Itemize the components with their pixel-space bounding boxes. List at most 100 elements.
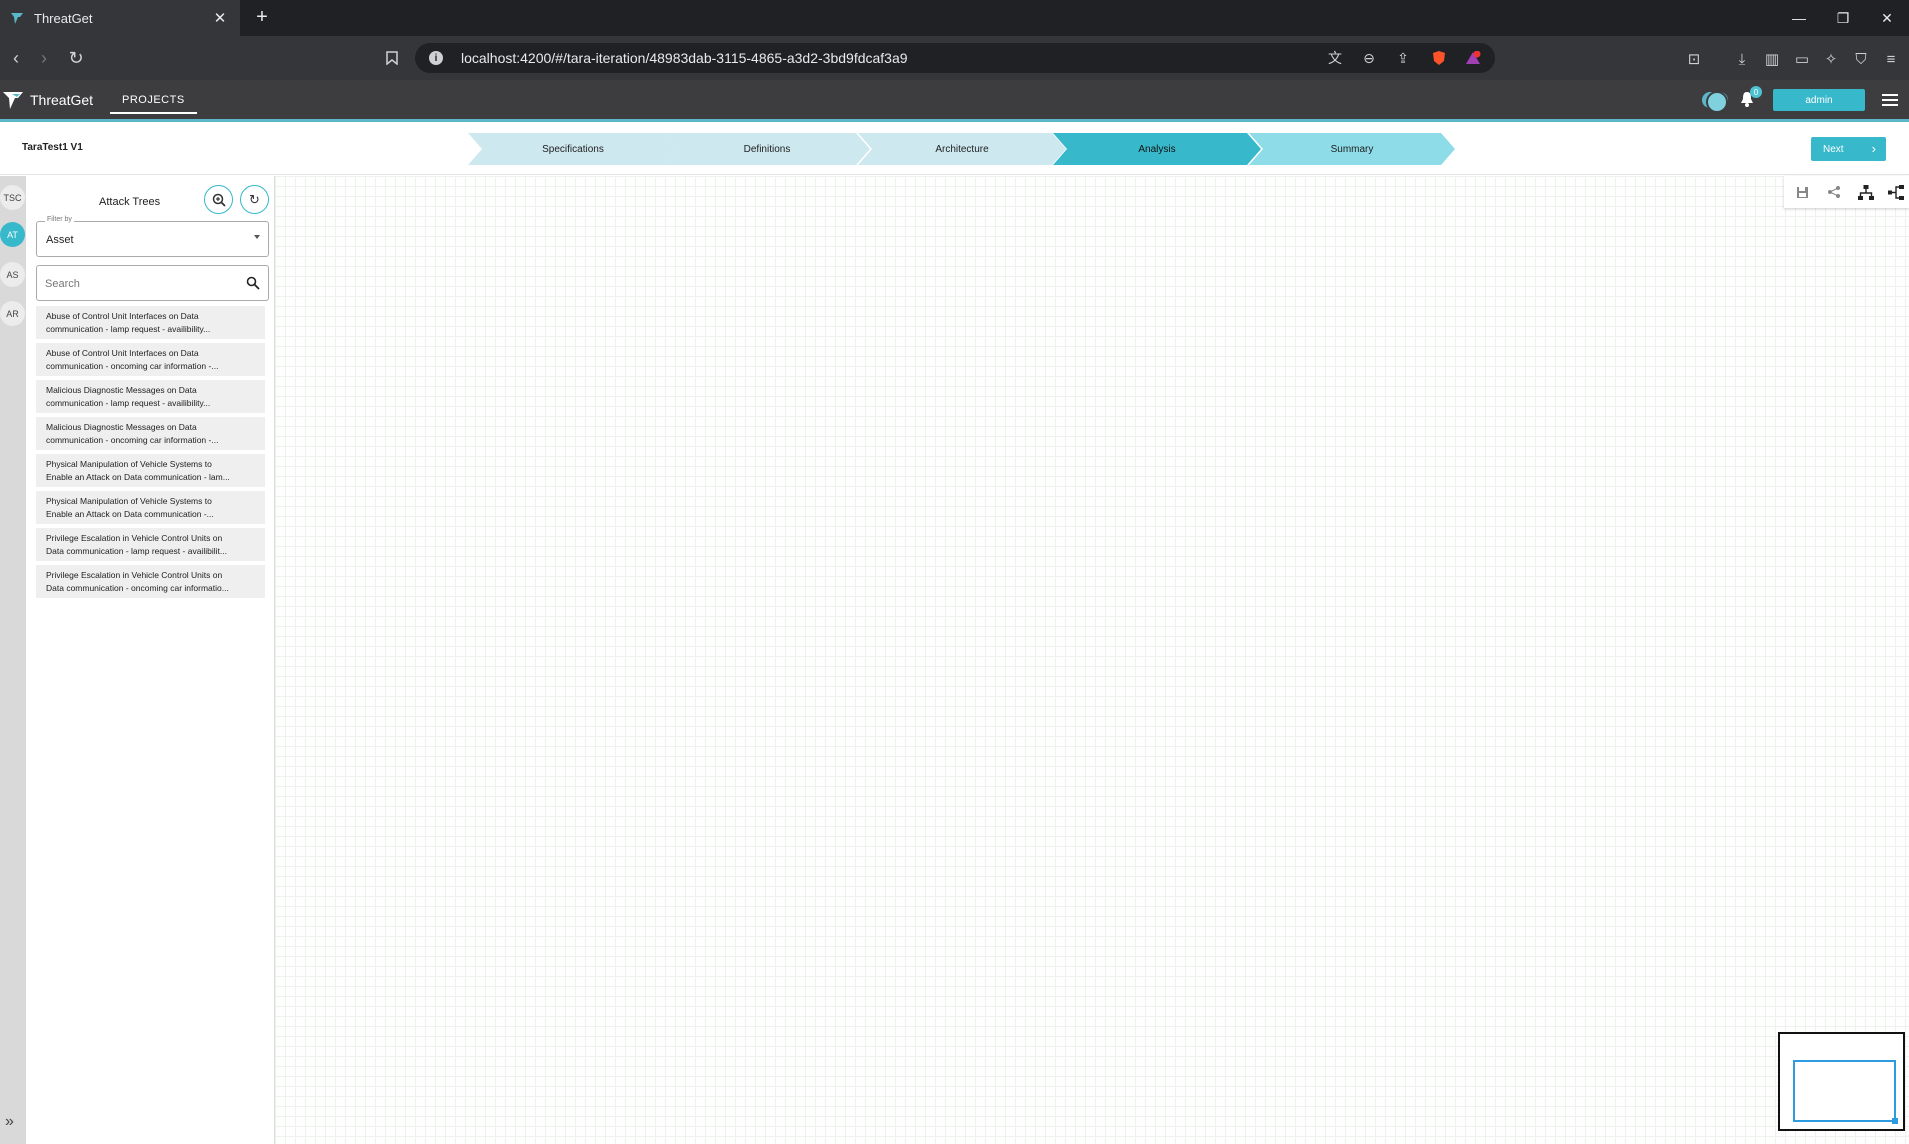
attack-trees-panel: Attack Trees ↻ Filter by Asset Abuse of … [26,176,275,1144]
tab-close-icon[interactable]: ✕ [210,9,230,27]
reload-icon[interactable]: ↻ [64,46,88,70]
bookmark-icon[interactable] [380,46,404,70]
user-menu-button[interactable]: admin [1773,89,1865,111]
search-input[interactable] [45,275,235,293]
iteration-stepper-bar: TaraTest1 V1 Specifications Definitions … [0,125,1909,175]
new-tab-icon[interactable]: + [250,6,274,29]
downloads-icon[interactable]: ⤓ [1731,48,1753,70]
screenshot-icon[interactable]: ⊡ [1683,48,1705,70]
list-item-line2: communication - oncoming car information… [46,435,219,445]
canvas-toolbar [1784,176,1909,208]
list-item[interactable]: Malicious Diagnostic Messages on Data co… [36,417,265,450]
rail-item-at[interactable]: AT [0,222,25,247]
search-icon[interactable] [246,276,260,290]
brave-shield-icon[interactable] [1429,48,1449,68]
list-item[interactable]: Malicious Diagnostic Messages on Data co… [36,380,265,413]
brave-rewards-icon[interactable] [1463,48,1483,68]
zoom-icon[interactable]: ⊖ [1359,48,1379,68]
filter-label: Filter by [45,216,74,223]
minimize-icon[interactable]: — [1777,0,1821,36]
minimap-viewport[interactable] [1793,1060,1898,1124]
step-architecture[interactable]: Architecture [858,133,1066,165]
address-bar[interactable]: i localhost:4200/#/tara-iteration/48983d… [415,43,1495,73]
list-item-line2: Data communication - lamp request - avai… [46,546,227,556]
app-header: ThreatGet PROJECTS 0 admin [0,80,1909,122]
list-item-line1: Malicious Diagnostic Messages on Data [46,385,197,395]
back-icon[interactable]: ‹ [4,46,28,70]
browser-tab[interactable]: ThreatGet ✕ [0,0,240,36]
list-item-line1: Privilege Escalation in Vehicle Control … [46,570,223,580]
sidebar-icon[interactable]: ▥ [1761,48,1783,70]
step-summary[interactable]: Summary [1249,133,1455,165]
filter-by-select[interactable]: Filter by Asset [36,216,269,257]
app-name[interactable]: ThreatGet [30,92,93,108]
list-item-line2: communication - lamp request - availibil… [46,324,211,334]
refresh-icon: ↻ [249,191,260,207]
threatget-logo-icon[interactable] [2,89,24,111]
attack-tree-list: Abuse of Control Unit Interfaces on Data… [36,306,265,602]
hierarchy-layout-icon[interactable] [1856,182,1876,202]
attack-tree-canvas[interactable] [275,176,1909,1144]
list-item-line2: communication - oncoming car information… [46,361,219,371]
canvas-minimap[interactable] [1778,1032,1905,1131]
browser-menu-icon[interactable]: ≡ [1880,48,1902,70]
list-item-line2: communication - lamp request - availibil… [46,398,211,408]
share-page-icon[interactable]: ⇪ [1393,48,1413,68]
browser-toolbar: ‹ › ↻ i localhost:4200/#/tara-iteration/… [0,36,1909,80]
address-url: localhost:4200/#/tara-iteration/48983dab… [461,50,908,66]
dropdown-arrow-icon [254,235,260,239]
list-item-line1: Malicious Diagnostic Messages on Data [46,422,197,432]
filter-value: Asset [46,234,74,246]
list-item[interactable]: Abuse of Control Unit Interfaces on Data… [36,306,265,339]
step-definitions[interactable]: Definitions [664,133,870,165]
app-menu-icon[interactable] [1882,91,1898,109]
chevron-right-icon: › [1871,141,1876,156]
list-item-line2: Data communication - oncoming car inform… [46,583,229,593]
list-item-line1: Abuse of Control Unit Interfaces on Data [46,311,199,321]
list-item[interactable]: Abuse of Control Unit Interfaces on Data… [36,343,265,376]
forward-icon[interactable]: › [32,46,56,70]
search-field[interactable] [36,265,269,301]
list-item-line1: Abuse of Control Unit Interfaces on Data [46,348,199,358]
next-button[interactable]: Next › [1811,137,1886,161]
step-analysis[interactable]: Analysis [1053,133,1261,165]
site-info-icon[interactable]: i [429,51,443,65]
list-item-line1: Privilege Escalation in Vehicle Control … [46,533,223,543]
close-window-icon[interactable]: ✕ [1865,0,1909,36]
threatget-favicon-icon [11,13,23,24]
list-item[interactable]: Privilege Escalation in Vehicle Control … [36,565,265,598]
vpn-icon[interactable]: ⛉ [1850,48,1872,70]
leo-ai-icon[interactable]: ✧ [1820,48,1842,70]
left-rail: TSC AT AS AR » [0,176,26,1144]
rail-item-ar[interactable]: AR [0,301,25,326]
save-icon[interactable] [1792,182,1812,202]
step-specifications[interactable]: Specifications [468,133,678,165]
share-icon[interactable] [1824,182,1844,202]
iteration-title: TaraTest1 V1 [22,142,83,153]
list-item-line2: Enable an Attack on Data communication -… [46,472,230,482]
notification-count-badge: 0 [1750,86,1762,98]
horizontal-layout-icon[interactable] [1886,182,1906,202]
zoom-search-icon [212,193,226,207]
wallet-icon[interactable]: ▭ [1791,48,1813,70]
zoom-search-button[interactable] [204,185,233,214]
list-item[interactable]: Privilege Escalation in Vehicle Control … [36,528,265,561]
list-item[interactable]: Physical Manipulation of Vehicle Systems… [36,491,265,524]
theme-toggle-icon[interactable] [1702,91,1728,113]
refresh-button[interactable]: ↻ [240,185,269,214]
rail-item-tsc[interactable]: TSC [0,185,25,210]
list-item[interactable]: Physical Manipulation of Vehicle Systems… [36,454,265,487]
tab-title: ThreatGet [34,10,93,26]
list-item-line1: Physical Manipulation of Vehicle Systems… [46,459,212,469]
list-item-line2: Enable an Attack on Data communication -… [46,509,214,519]
browser-tab-bar: ThreatGet ✕ + — ❐ ✕ [0,0,1909,36]
panel-title: Attack Trees [99,196,161,208]
translate-icon[interactable]: 文 [1325,48,1345,68]
list-item-line1: Physical Manipulation of Vehicle Systems… [46,496,212,506]
nav-projects[interactable]: PROJECTS [110,88,197,114]
expand-rail-icon[interactable]: » [5,1113,14,1131]
rail-item-as[interactable]: AS [0,262,25,287]
minimap-resize-handle[interactable] [1892,1118,1898,1124]
restore-icon[interactable]: ❐ [1821,0,1865,36]
next-button-label: Next [1823,143,1844,155]
